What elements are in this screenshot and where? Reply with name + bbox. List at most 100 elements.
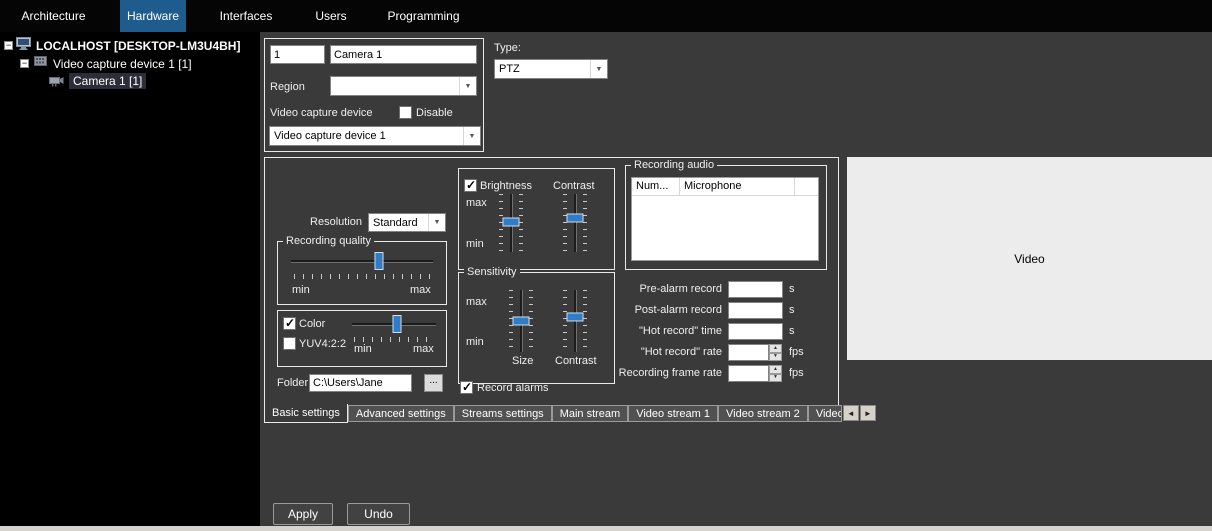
region-label: Region	[270, 81, 305, 93]
folder-browse-button[interactable]: ...	[424, 374, 443, 392]
tree-item-camera-selected[interactable]: Camera 1 [1]	[69, 73, 146, 89]
brightness-slider[interactable]	[498, 194, 524, 252]
hot-record-time-unit: s	[789, 325, 795, 337]
nav-tab-interfaces[interactable]: Interfaces	[208, 0, 284, 32]
brightness-checkbox[interactable]	[464, 179, 477, 192]
tab-scroll-left-icon[interactable]: ◄	[843, 405, 859, 421]
hot-record-time-label: "Hot record" time	[612, 325, 722, 337]
slider-thumb[interactable]	[567, 313, 584, 322]
sensitivity-min-label: min	[466, 336, 484, 348]
brightness-contrast-label: Contrast	[553, 180, 595, 192]
folder-label: Folder	[277, 377, 308, 389]
recording-frame-rate-spinner[interactable]: ▲ ▼	[769, 365, 782, 382]
recording-quality-max-label: max	[410, 284, 431, 296]
recording-frame-rate-input[interactable]	[728, 365, 769, 382]
undo-button[interactable]: Undo	[347, 503, 410, 525]
tree-item-capture-device[interactable]: Video capture device 1 [1]	[53, 57, 192, 71]
slider-thumb[interactable]	[503, 217, 520, 226]
recording-audio-table[interactable]: Num... Microphone	[631, 177, 819, 261]
apply-button[interactable]: Apply	[273, 503, 333, 525]
sensitivity-size-slider[interactable]	[508, 290, 534, 352]
color-checkbox[interactable]	[283, 317, 296, 330]
region-select[interactable]: ▼	[330, 76, 477, 96]
sensitivity-contrast-label: Contrast	[555, 355, 597, 367]
spinner-down-icon[interactable]: ▼	[769, 374, 782, 383]
slider-thumb[interactable]	[567, 214, 584, 223]
pre-alarm-record-input[interactable]	[728, 281, 783, 298]
camera-name-input[interactable]	[330, 45, 477, 64]
brightness-max-label: max	[466, 197, 487, 209]
color-slider[interactable]	[352, 315, 436, 335]
slider-ticks	[519, 194, 523, 252]
spinner-up-icon[interactable]: ▲	[769, 344, 782, 353]
chevron-down-icon[interactable]: ▼	[463, 127, 480, 145]
slider-thumb[interactable]	[513, 317, 530, 326]
computer-icon	[16, 37, 32, 56]
post-alarm-record-label: Post-alarm record	[612, 304, 722, 316]
camera-number-input[interactable]	[270, 45, 325, 64]
resolution-label: Resolution	[270, 216, 362, 228]
slider-track	[291, 260, 433, 263]
recording-frame-rate-unit: fps	[789, 367, 804, 379]
tab-scroll-right-icon[interactable]: ►	[860, 405, 876, 421]
disable-checkbox[interactable]	[399, 106, 412, 119]
spinner-up-icon[interactable]: ▲	[769, 365, 782, 374]
hot-record-rate-spinner[interactable]: ▲ ▼	[769, 344, 782, 361]
spinner-down-icon[interactable]: ▼	[769, 353, 782, 362]
collapse-icon[interactable]: −	[20, 59, 29, 68]
device-tree-panel	[0, 32, 260, 526]
yuv-checkbox[interactable]	[283, 337, 296, 350]
sensitivity-size-label: Size	[512, 355, 533, 367]
recording-audio-header: Num... Microphone	[632, 178, 818, 196]
tree-item-localhost[interactable]: LOCALHOST [DESKTOP-LM3U4BH]	[36, 39, 240, 53]
chevron-down-icon[interactable]: ▼	[590, 60, 607, 78]
slider-ticks	[294, 274, 430, 279]
chevron-down-icon[interactable]: ▼	[459, 77, 476, 95]
nav-tab-users[interactable]: Users	[303, 0, 359, 32]
hot-record-time-input[interactable]	[728, 323, 783, 340]
bottom-strip	[0, 526, 1212, 531]
record-alarms-label: Record alarms	[477, 382, 549, 394]
tab-video-stream-2[interactable]: Video stream 2	[718, 405, 808, 422]
sensitivity-groupbox	[458, 272, 615, 384]
nav-tab-hardware[interactable]: Hardware	[120, 0, 186, 32]
tab-main-stream[interactable]: Main stream	[552, 405, 629, 422]
slider-ticks	[354, 337, 434, 342]
brightness-label: Brightness	[480, 180, 532, 192]
color-min-label: min	[354, 343, 372, 355]
camera-icon	[49, 74, 67, 92]
sensitivity-contrast-slider[interactable]	[562, 290, 588, 352]
hot-record-rate-label: "Hot record" rate	[612, 346, 722, 358]
type-select[interactable]: PTZ ▼	[494, 59, 608, 79]
post-alarm-record-input[interactable]	[728, 302, 783, 319]
sensitivity-max-label: max	[466, 296, 487, 308]
tab-advanced-settings[interactable]: Advanced settings	[348, 405, 454, 422]
tab-streams-settings[interactable]: Streams settings	[454, 405, 552, 422]
audio-col-num: Num...	[632, 178, 680, 195]
chevron-down-icon[interactable]: ▼	[428, 214, 445, 231]
tab-basic-settings[interactable]: Basic settings	[264, 404, 348, 423]
slider-thumb[interactable]	[375, 252, 384, 270]
contrast-slider[interactable]	[562, 194, 588, 252]
slider-track	[574, 194, 577, 252]
brightness-min-label: min	[466, 238, 484, 250]
slider-ticks	[583, 194, 587, 252]
hot-record-rate-input[interactable]	[728, 344, 769, 361]
color-label: Color	[299, 318, 325, 330]
folder-input[interactable]	[309, 374, 412, 392]
color-max-label: max	[413, 343, 434, 355]
video-preview-panel: Video	[847, 157, 1212, 360]
nav-tab-programming[interactable]: Programming	[376, 0, 471, 32]
video-preview-label: Video	[1014, 252, 1044, 266]
tab-video-stream-1[interactable]: Video stream 1	[628, 405, 718, 422]
tab-video[interactable]: Video	[808, 405, 842, 422]
slider-thumb[interactable]	[393, 315, 402, 333]
record-alarms-checkbox[interactable]	[460, 381, 473, 394]
nav-tab-architecture[interactable]: Architecture	[6, 0, 101, 32]
capture-device-select-value: Video capture device 1	[270, 130, 463, 142]
capture-device-select[interactable]: Video capture device 1 ▼	[269, 126, 481, 146]
collapse-icon[interactable]: −	[4, 41, 13, 50]
type-label: Type:	[494, 42, 521, 54]
resolution-select[interactable]: Standard ▼	[368, 213, 446, 232]
recording-quality-slider[interactable]	[291, 252, 433, 272]
